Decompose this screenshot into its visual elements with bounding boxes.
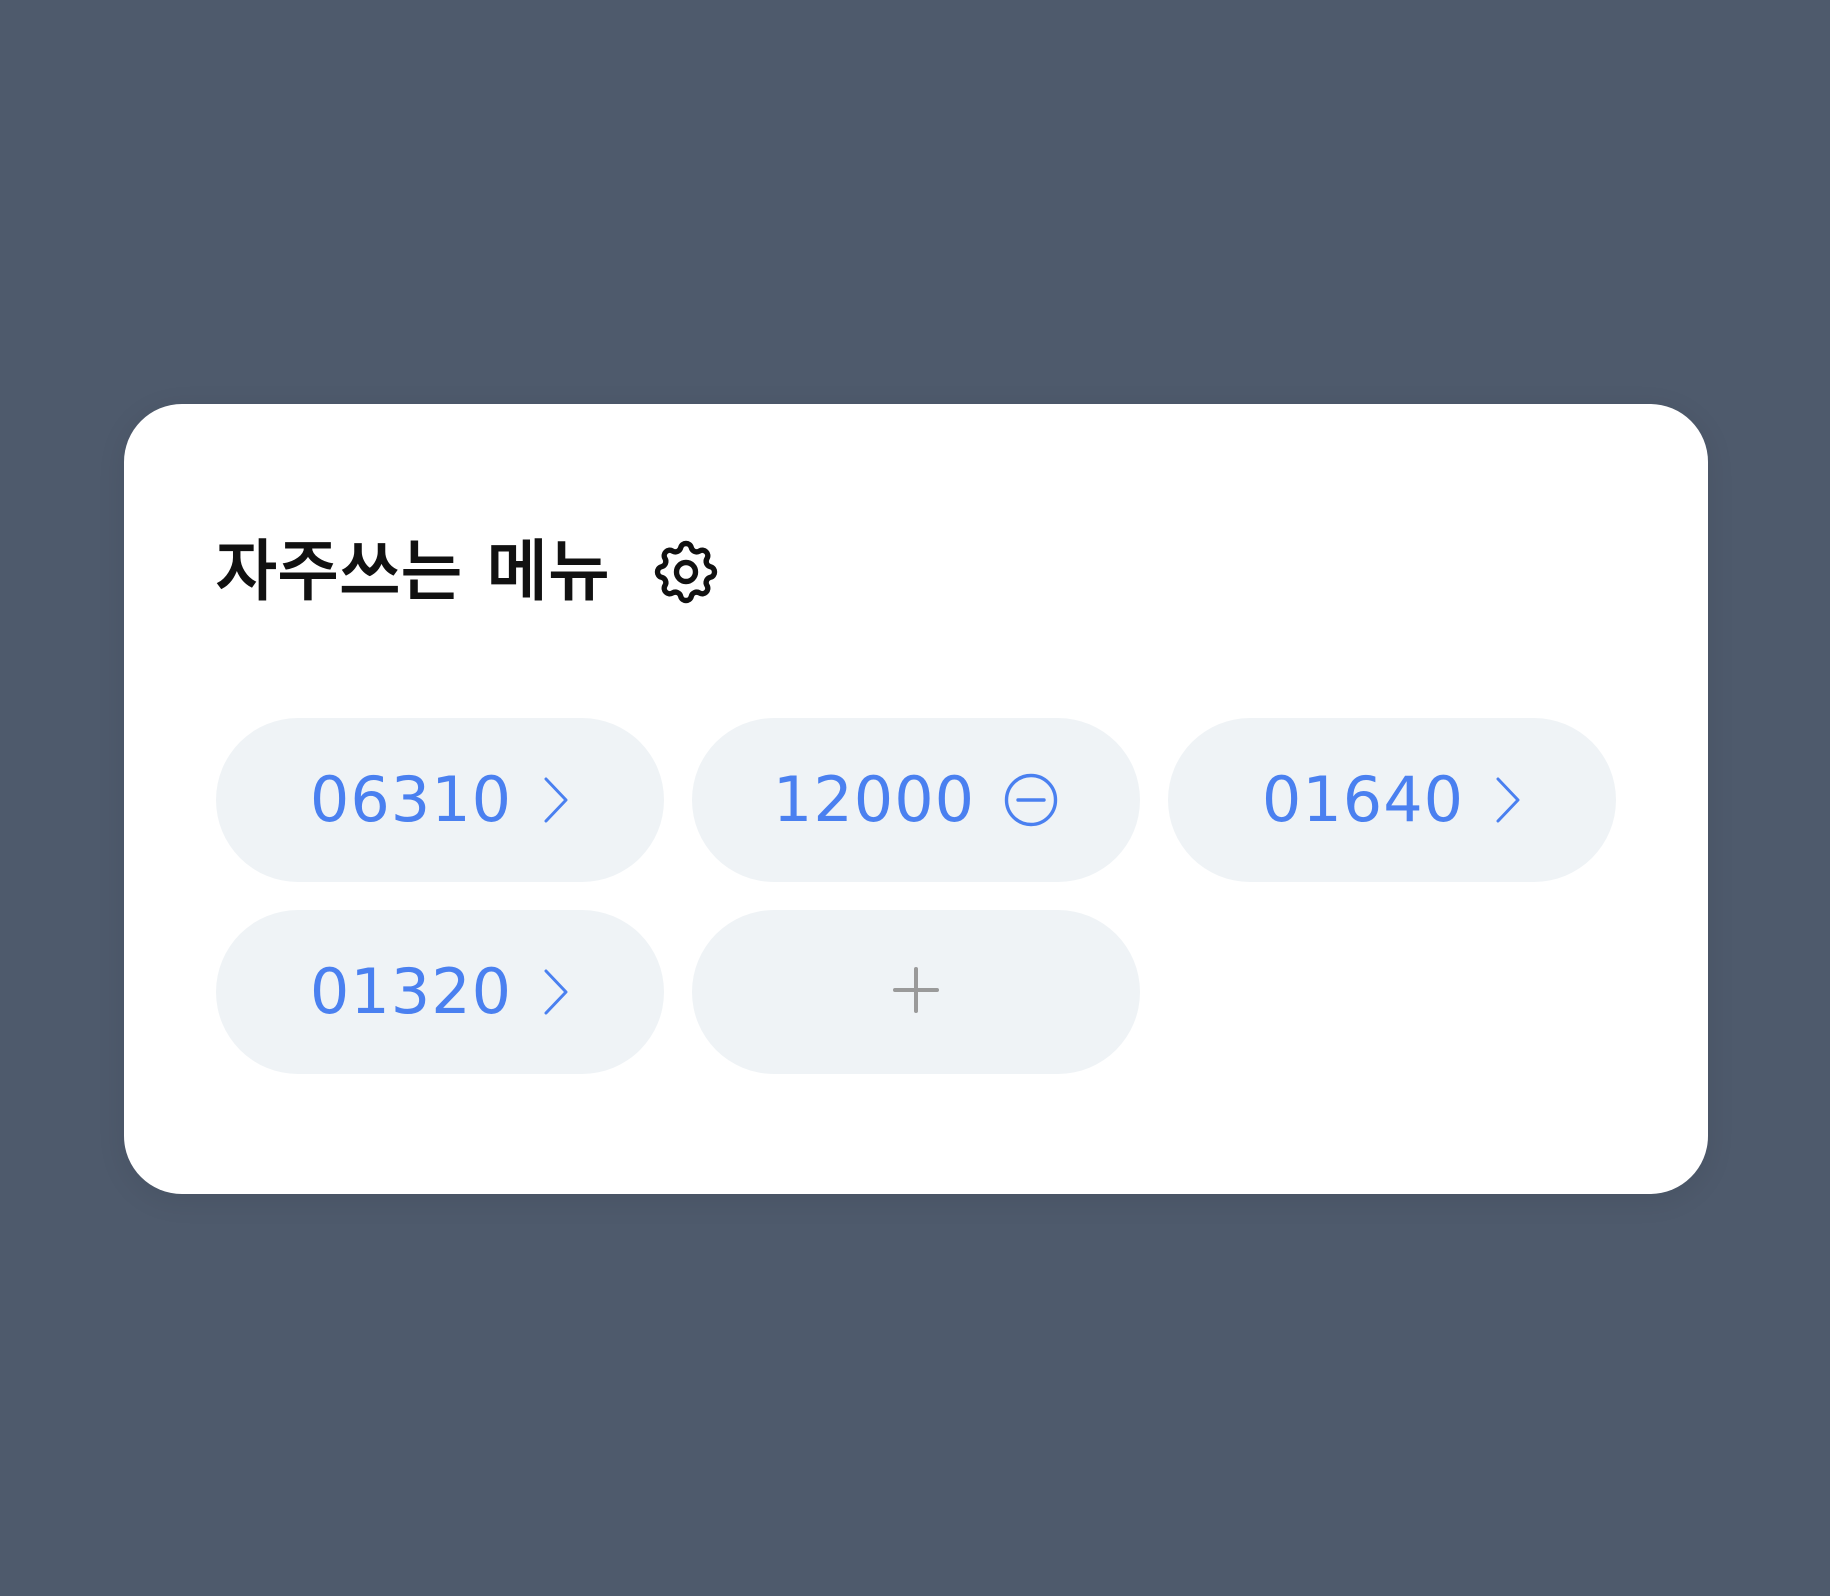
menu-item-code: 12000: [772, 763, 976, 836]
menu-item-button[interactable]: 01640: [1168, 718, 1616, 882]
menu-grid: 06310 12000 01640 01320: [216, 718, 1616, 1074]
menu-item-code: 01320: [309, 955, 513, 1028]
minus-circle-icon[interactable]: [1003, 772, 1059, 828]
chevron-right-icon: [540, 968, 570, 1016]
chevron-right-icon: [1492, 776, 1522, 824]
card-title: 자주쓰는 메뉴: [216, 533, 611, 610]
menu-item-button[interactable]: 12000: [692, 718, 1140, 882]
plus-icon: [892, 966, 940, 1018]
menu-item-code: 01640: [1261, 763, 1465, 836]
menu-item-code: 06310: [309, 763, 513, 836]
add-menu-item-button[interactable]: [692, 910, 1140, 1074]
menu-item-button[interactable]: 01320: [216, 910, 664, 1074]
card-header: 자주쓰는 메뉴: [216, 532, 726, 612]
gear-icon[interactable]: [646, 532, 726, 612]
chevron-right-icon: [540, 776, 570, 824]
favorite-menu-card: 자주쓰는 메뉴 06310 12000 01640 01320: [124, 404, 1708, 1194]
menu-item-button[interactable]: 06310: [216, 718, 664, 882]
